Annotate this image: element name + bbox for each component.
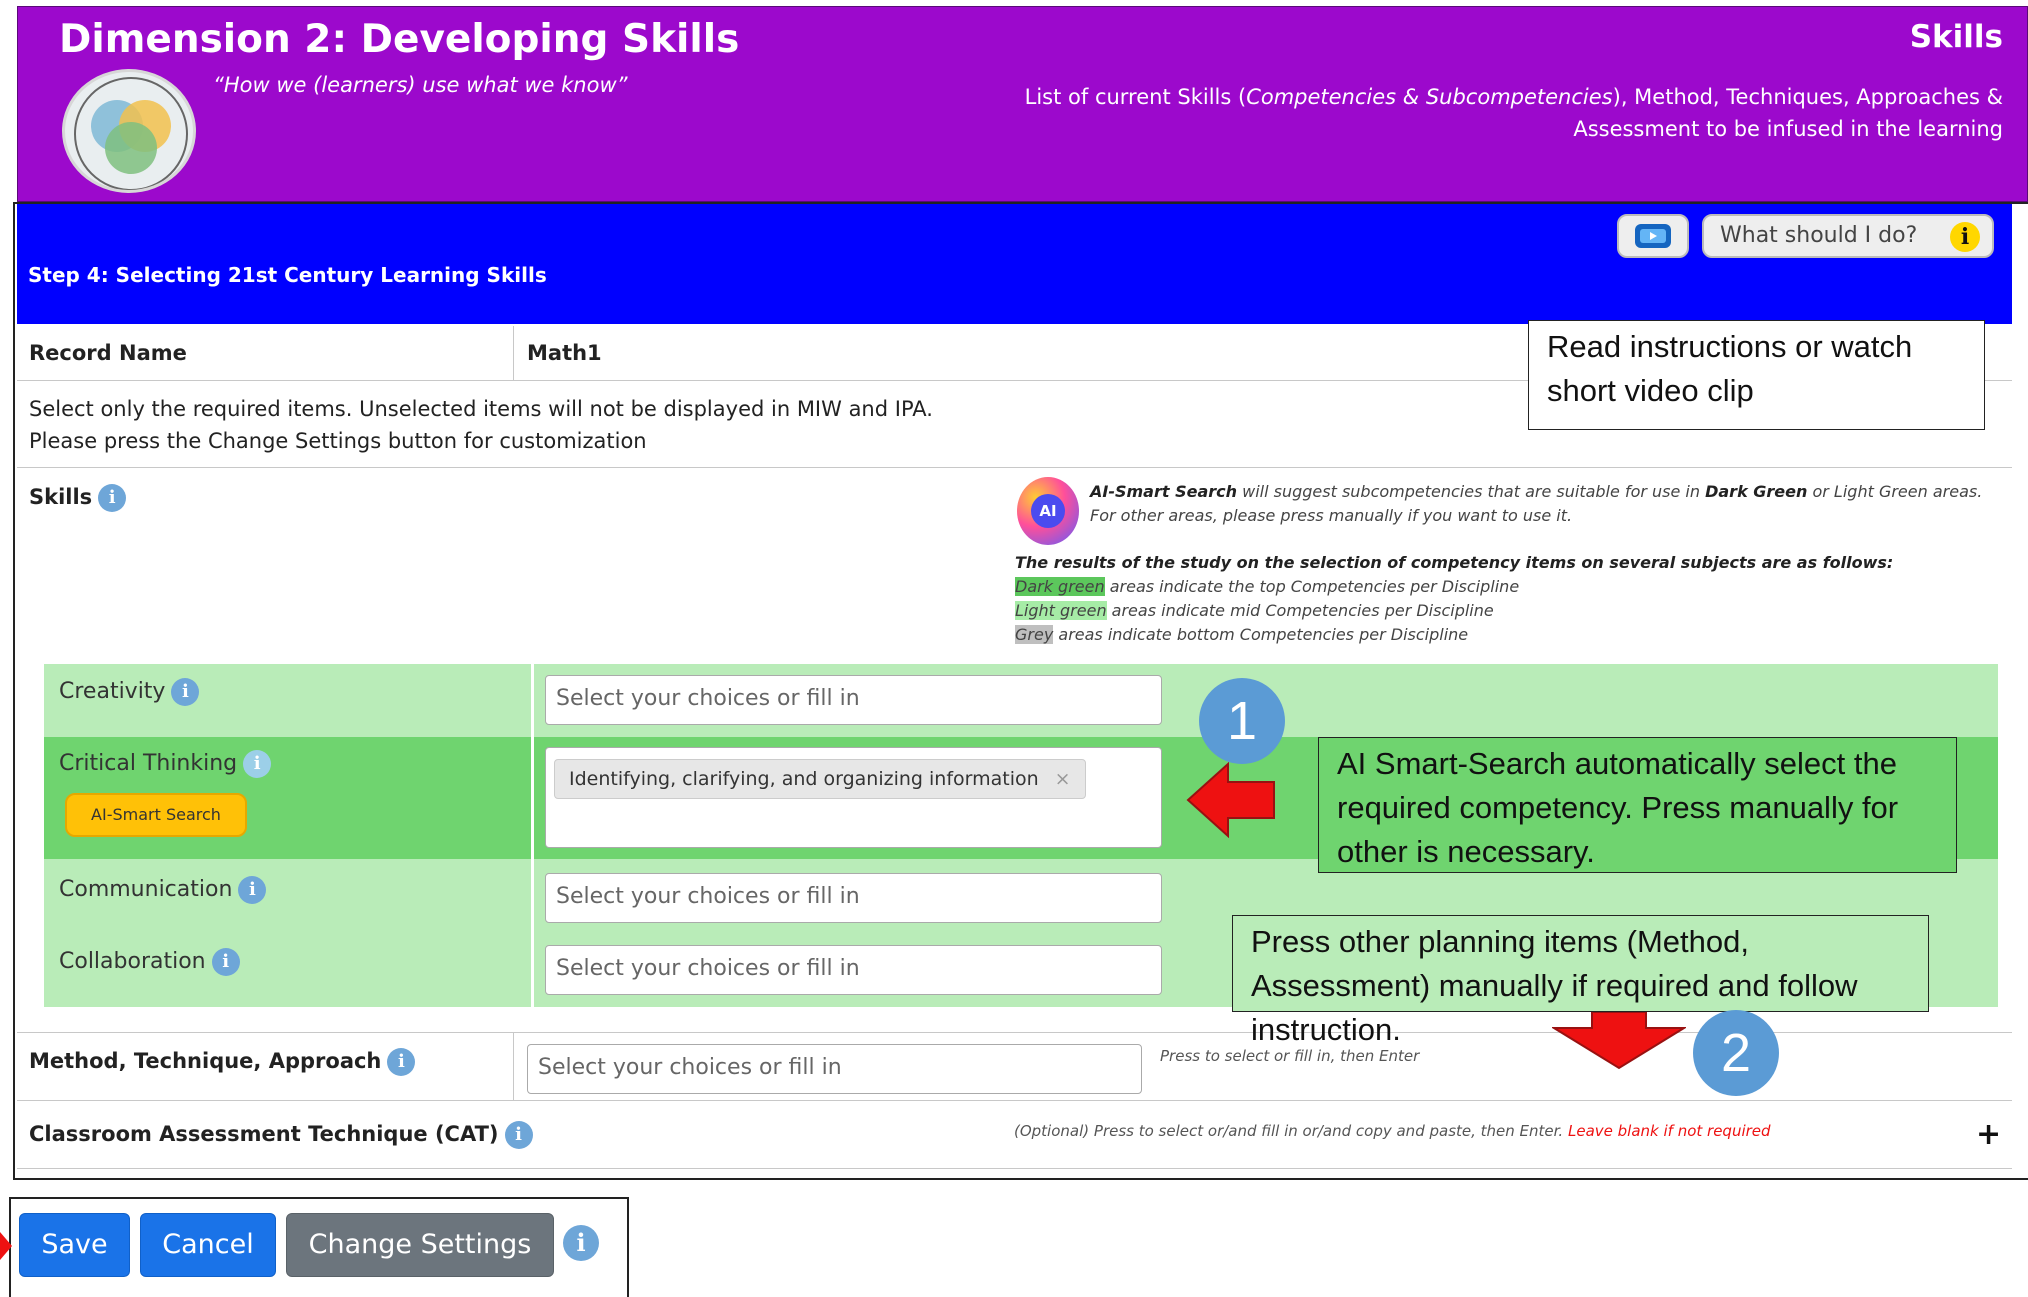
info-icon[interactable]: i — [171, 678, 200, 706]
info-icon[interactable]: i — [98, 484, 127, 512]
skill-label-communication: Communication i — [59, 876, 267, 904]
page-subtitle-quote: “How we (learners) use what we know” — [213, 73, 628, 97]
study-results-legend: The results of the study on the selectio… — [1015, 553, 1894, 644]
divider — [513, 326, 514, 380]
record-name-value: Math1 — [527, 341, 602, 365]
change-settings-button[interactable]: Change Settings — [286, 1213, 554, 1277]
video-icon — [1635, 224, 1671, 248]
skills-label: Skills i — [29, 484, 127, 512]
step-number-1: 1 — [1199, 678, 1285, 764]
cancel-button[interactable]: Cancel — [140, 1213, 276, 1277]
creativity-select[interactable]: Select your choices or fill in — [545, 675, 1162, 725]
section-title: Skills — [1909, 19, 2003, 55]
red-arrow-left-icon — [1186, 762, 1275, 838]
skill-label-creativity: Creativity i — [59, 678, 200, 706]
callout-planning: Press other planning items (Method, Asse… — [1232, 915, 1929, 1047]
selected-tag: Identifying, clarifying, and organizing … — [554, 759, 1086, 799]
step-title: Step 4: Selecting 21st Century Learning … — [28, 263, 547, 287]
callout-ai-select: AI Smart-Search automatically select the… — [1318, 737, 1957, 873]
divider — [513, 1032, 514, 1100]
info-icon[interactable]: i — [238, 876, 267, 904]
critical-thinking-select[interactable]: Identifying, clarifying, and organizing … — [545, 747, 1162, 848]
ai-smart-search-button[interactable]: AI-Smart Search — [65, 793, 247, 837]
divider — [17, 1168, 2012, 1169]
divider — [17, 467, 2012, 468]
ai-smart-search-description: AI-Smart Search will suggest subcompeten… — [1090, 482, 1983, 525]
step-number-2: 2 — [1693, 1010, 1779, 1096]
four-dimensional-education-logo — [62, 69, 196, 193]
cat-label: Classroom Assessment Technique (CAT) i — [29, 1121, 533, 1149]
callout-instructions: Read instructions or watch short video c… — [1528, 320, 1985, 430]
help-button[interactable]: What should I do? i — [1702, 214, 1994, 258]
video-button[interactable] — [1617, 214, 1689, 258]
skill-label-collaboration: Collaboration i — [59, 948, 240, 976]
info-icon[interactable]: i — [387, 1048, 416, 1076]
save-button[interactable]: Save — [19, 1213, 130, 1277]
info-icon[interactable]: i — [563, 1225, 599, 1261]
communication-select[interactable]: Select your choices or fill in — [545, 873, 1162, 923]
divider — [17, 1100, 2012, 1101]
record-name-label: Record Name — [29, 341, 187, 365]
info-icon[interactable]: i — [504, 1121, 533, 1149]
info-icon[interactable]: i — [211, 948, 240, 976]
ai-smart-search-icon: AI — [1017, 477, 1079, 545]
info-icon: i — [1950, 222, 1980, 252]
help-button-label: What should I do? — [1720, 223, 1918, 248]
collaboration-select[interactable]: Select your choices or fill in — [545, 945, 1162, 995]
remove-tag-icon[interactable]: × — [1055, 768, 1071, 790]
page-header: Dimension 2: Developing Skills “How we (… — [17, 6, 2028, 202]
method-select[interactable]: Select your choices or fill in — [527, 1044, 1142, 1094]
instruction-line-1: Select only the required items. Unselect… — [29, 397, 933, 421]
red-arrow-tip-icon — [0, 1232, 12, 1260]
step-bar: Step 4: Selecting 21st Century Learning … — [17, 204, 2012, 324]
info-icon[interactable]: i — [243, 750, 272, 778]
cat-hint: (Optional) Press to select or/and fill i… — [1014, 1122, 1771, 1140]
page-title: Dimension 2: Developing Skills — [59, 17, 740, 62]
method-label: Method, Technique, Approach i — [29, 1048, 416, 1076]
skill-label-critical-thinking: Critical Thinking i — [59, 750, 272, 778]
red-arrow-down-icon — [1552, 1011, 1686, 1070]
section-description: List of current Skills (Competencies & S… — [1024, 85, 2003, 141]
divider — [531, 664, 534, 1007]
expand-plus-icon[interactable]: + — [1976, 1117, 2001, 1152]
instruction-line-2: Please press the Change Settings button … — [29, 429, 647, 453]
